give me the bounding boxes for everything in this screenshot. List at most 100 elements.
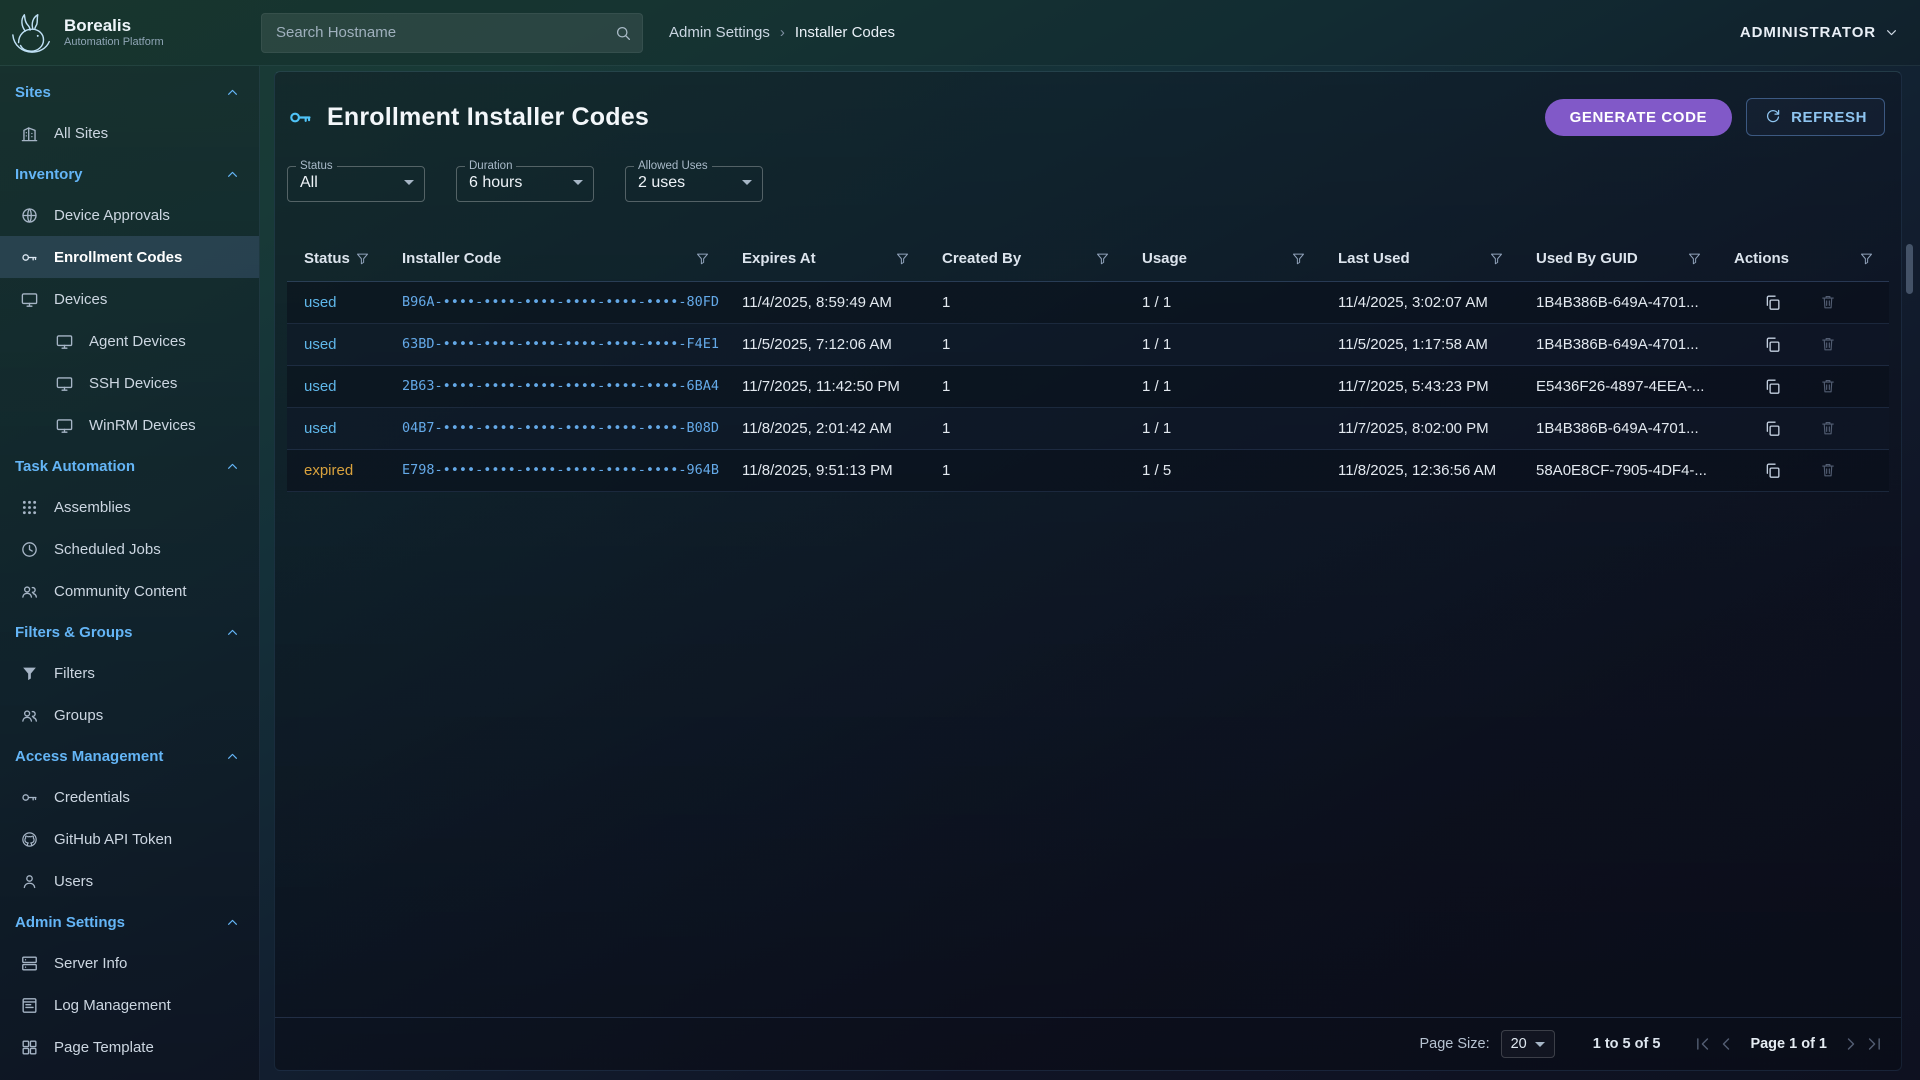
- sidebar-item-server-info[interactable]: Server Info: [0, 942, 259, 984]
- created-by-cell: 1: [925, 282, 1125, 323]
- column-header-installer-code[interactable]: Installer Code: [385, 236, 725, 282]
- building-icon: [20, 124, 39, 143]
- breadcrumb-admin-settings[interactable]: Admin Settings: [669, 24, 770, 41]
- page-size-select[interactable]: 20: [1501, 1030, 1555, 1058]
- delete-button[interactable]: [1819, 461, 1837, 479]
- column-header-expires-at[interactable]: Expires At: [725, 236, 925, 282]
- sidebar-item-page-template[interactable]: Page Template: [0, 1026, 259, 1068]
- key-icon: [287, 104, 314, 131]
- search-icon[interactable]: [614, 24, 632, 42]
- sidebar-item-devices[interactable]: Devices: [0, 278, 259, 320]
- monitor-icon: [20, 290, 39, 309]
- last-page-button[interactable]: [1865, 1034, 1885, 1054]
- status-cell: used: [287, 324, 385, 365]
- sidebar-item-log-management[interactable]: Log Management: [0, 984, 259, 1026]
- column-header-status[interactable]: Status: [287, 236, 385, 282]
- previous-page-button[interactable]: [1716, 1034, 1736, 1054]
- generate-code-button[interactable]: GENERATE CODE: [1545, 99, 1733, 136]
- status-badge: used: [304, 294, 337, 311]
- dropdown-arrow-icon: [742, 180, 752, 185]
- filter-icon[interactable]: [1859, 251, 1874, 266]
- main-content: Enrollment Installer Codes GENERATE CODE…: [260, 66, 1920, 1080]
- sidebar-item-community-content[interactable]: Community Content: [0, 570, 259, 612]
- expires-at-cell: 11/5/2025, 7:12:06 AM: [725, 324, 925, 365]
- search-input[interactable]: [274, 23, 614, 42]
- chevron-up-icon: [224, 84, 241, 101]
- created-by-cell: 1: [925, 450, 1125, 491]
- delete-button[interactable]: [1819, 377, 1837, 395]
- column-header-actions[interactable]: Actions: [1717, 236, 1889, 282]
- filter-icon[interactable]: [895, 251, 910, 266]
- sidebar-section-admin-settings[interactable]: Admin Settings: [0, 902, 259, 942]
- copy-button[interactable]: [1763, 419, 1782, 438]
- filter-icon[interactable]: [1291, 251, 1306, 266]
- next-page-button[interactable]: [1841, 1034, 1861, 1054]
- column-header-usage[interactable]: Usage: [1125, 236, 1321, 282]
- breadcrumb-installer-codes[interactable]: Installer Codes: [795, 24, 895, 41]
- content-panel: Enrollment Installer Codes GENERATE CODE…: [274, 71, 1902, 1071]
- filter-icon[interactable]: [1489, 251, 1504, 266]
- copy-button[interactable]: [1763, 335, 1782, 354]
- sidebar-section-access-management[interactable]: Access Management: [0, 736, 259, 776]
- sidebar-section-inventory[interactable]: Inventory: [0, 154, 259, 194]
- sidebar-item-filters[interactable]: Filters: [0, 652, 259, 694]
- table-row: used 63BD-••••-••••-••••-••••-••••-••••-…: [287, 324, 1889, 366]
- used-by-guid-cell: 58A0E8CF-7905-4DF4-...: [1519, 450, 1717, 491]
- first-page-button[interactable]: [1692, 1034, 1712, 1054]
- app-root: Borealis Automation Platform Admin Setti…: [0, 0, 1920, 1080]
- usage-cell: 1 / 1: [1125, 282, 1321, 323]
- expires-at-cell: 11/8/2025, 2:01:42 AM: [725, 408, 925, 449]
- delete-button[interactable]: [1819, 419, 1837, 437]
- log-icon: [20, 996, 39, 1015]
- table-footer: Page Size: 20 1 to 5 of 5 Page 1 of 1: [275, 1017, 1901, 1070]
- sidebar-section-filters-groups[interactable]: Filters & Groups: [0, 612, 259, 652]
- chevron-up-icon: [224, 914, 241, 931]
- duration-filter-select[interactable]: Duration 6 hours: [456, 160, 594, 202]
- clock-icon: [20, 540, 39, 559]
- filter-icon[interactable]: [355, 251, 370, 266]
- created-by-cell: 1: [925, 366, 1125, 407]
- chevron-up-icon: [224, 624, 241, 641]
- chevron-down-icon: [1883, 24, 1900, 41]
- filter-icon[interactable]: [695, 251, 710, 266]
- expires-at-cell: 11/4/2025, 8:59:49 AM: [725, 282, 925, 323]
- column-header-created-by[interactable]: Created By: [925, 236, 1125, 282]
- copy-button[interactable]: [1763, 461, 1782, 480]
- sidebar-item-device-approvals[interactable]: Device Approvals: [0, 194, 259, 236]
- delete-button[interactable]: [1819, 335, 1837, 353]
- row-range-text: 1 to 5 of 5: [1593, 1036, 1661, 1052]
- sidebar-item-groups[interactable]: Groups: [0, 694, 259, 736]
- sidebar-item-users[interactable]: Users: [0, 860, 259, 902]
- sidebar-item-ssh-devices[interactable]: SSH Devices: [0, 362, 259, 404]
- scrollbar-thumb[interactable]: [1906, 244, 1913, 294]
- status-filter-select[interactable]: Status All: [287, 160, 425, 202]
- sidebar-section-sites[interactable]: Sites: [0, 72, 259, 112]
- refresh-button[interactable]: REFRESH: [1746, 98, 1885, 136]
- column-header-used-by-guid[interactable]: Used By GUID: [1519, 236, 1717, 282]
- sidebar-item-scheduled-jobs[interactable]: Scheduled Jobs: [0, 528, 259, 570]
- actions-cell: [1717, 324, 1889, 365]
- allowed-uses-filter-select[interactable]: Allowed Uses 2 uses: [625, 160, 763, 202]
- copy-button[interactable]: [1763, 377, 1782, 396]
- sidebar-item-assemblies[interactable]: Assemblies: [0, 486, 259, 528]
- sidebar-item-github-api-token[interactable]: GitHub API Token: [0, 818, 259, 860]
- dashboard-icon: [20, 1038, 39, 1057]
- column-header-last-used[interactable]: Last Used: [1321, 236, 1519, 282]
- copy-button[interactable]: [1763, 293, 1782, 312]
- filter-icon[interactable]: [1687, 251, 1702, 266]
- table-empty-space: [275, 492, 1901, 1017]
- installer-code-cell: 04B7-••••-••••-••••-••••-••••-••••-B08D: [385, 408, 725, 449]
- monitor-icon: [55, 332, 74, 351]
- delete-button[interactable]: [1819, 293, 1837, 311]
- sidebar-item-all-sites[interactable]: All Sites: [0, 112, 259, 154]
- usage-cell: 1 / 1: [1125, 366, 1321, 407]
- sidebar-section-task-automation[interactable]: Task Automation: [0, 446, 259, 486]
- sidebar-item-agent-devices[interactable]: Agent Devices: [0, 320, 259, 362]
- user-menu[interactable]: ADMINISTRATOR: [1740, 24, 1900, 41]
- page-size-label: Page Size:: [1419, 1036, 1489, 1052]
- table-row: used B96A-••••-••••-••••-••••-••••-••••-…: [287, 282, 1889, 324]
- filter-icon[interactable]: [1095, 251, 1110, 266]
- sidebar-item-credentials[interactable]: Credentials: [0, 776, 259, 818]
- sidebar-item-winrm-devices[interactable]: WinRM Devices: [0, 404, 259, 446]
- sidebar-item-enrollment-codes[interactable]: Enrollment Codes: [0, 236, 259, 278]
